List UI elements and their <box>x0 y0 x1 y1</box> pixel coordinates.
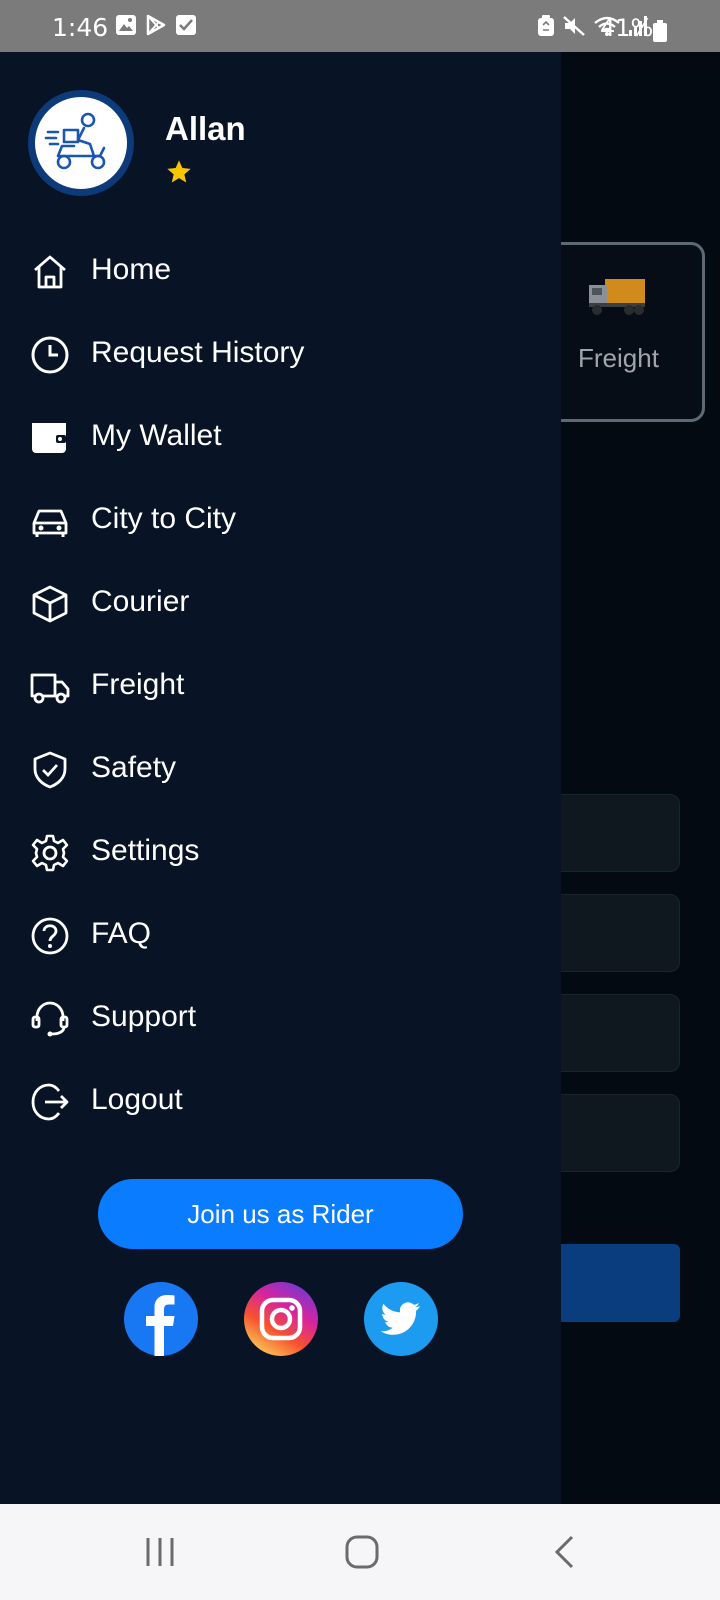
question-icon <box>31 917 69 955</box>
instagram-button[interactable] <box>244 1282 318 1356</box>
menu-item-home[interactable]: Home <box>0 230 561 313</box>
home-icon <box>34 255 66 289</box>
avatar[interactable] <box>28 90 134 196</box>
courier-scooter-icon <box>44 112 106 170</box>
status-bar: 1:46 41% <box>0 0 720 52</box>
freight-card-label: Freight <box>578 343 659 373</box>
menu-item-settings[interactable]: Settings <box>0 811 561 894</box>
menu-item-safety[interactable]: Safety <box>0 728 561 811</box>
car-icon <box>32 509 68 537</box>
menu-item-label: Support <box>91 1000 197 1033</box>
system-nav-bar <box>0 1504 720 1600</box>
menu-item-logout[interactable]: Logout <box>0 1060 561 1143</box>
recycle-icon <box>538 15 554 36</box>
box-icon <box>32 585 68 623</box>
facebook-button[interactable] <box>124 1282 198 1356</box>
menu-item-support[interactable]: Support <box>0 977 561 1060</box>
menu-item-courier[interactable]: Courier <box>0 562 561 645</box>
facebook-icon <box>124 1282 198 1356</box>
back-icon[interactable] <box>552 1534 576 1570</box>
menu-item-my-wallet[interactable]: My Wallet <box>0 396 561 479</box>
menu-item-label: Logout <box>91 1083 183 1116</box>
user-name: Allan <box>165 110 246 147</box>
recent-apps-icon[interactable] <box>144 1534 176 1570</box>
menu-item-freight[interactable]: Freight <box>0 645 561 728</box>
menu-item-label: Freight <box>91 668 185 701</box>
menu-item-label: Courier <box>91 585 190 618</box>
truck-icon <box>30 673 70 704</box>
join-as-rider-button[interactable]: Join us as Rider <box>98 1179 463 1249</box>
status-time: 1:46 <box>52 13 109 42</box>
mute-icon <box>563 16 585 36</box>
twitter-button[interactable] <box>364 1282 438 1356</box>
menu-item-label: Request History <box>91 336 305 369</box>
twitter-icon <box>364 1282 438 1356</box>
logout-icon <box>31 1083 69 1121</box>
menu-item-label: City to City <box>91 502 237 535</box>
menu-item-label: Safety <box>91 751 177 784</box>
star-icon <box>167 160 191 183</box>
menu-item-request-history[interactable]: Request History <box>0 313 561 396</box>
menu-item-label: Settings <box>91 834 200 867</box>
menu-item-label: My Wallet <box>91 419 222 452</box>
battery-icon <box>653 20 667 42</box>
headset-icon <box>31 1001 69 1037</box>
menu-item-label: Home <box>91 253 172 286</box>
wallet-icon <box>32 423 66 453</box>
menu-item-faq[interactable]: FAQ <box>0 894 561 977</box>
menu-item-city-to-city[interactable]: City to City <box>0 479 561 562</box>
checkbox-icon <box>176 15 196 35</box>
instagram-icon <box>244 1282 318 1356</box>
gallery-icon <box>116 15 136 35</box>
navigation-drawer: Allan Home Request History My Wallet Cit… <box>0 52 561 1504</box>
truck-image-icon <box>589 279 645 315</box>
shield-check-icon <box>33 751 67 789</box>
battery-percent: 41% <box>600 14 654 42</box>
gear-icon <box>31 834 69 872</box>
clock-icon <box>31 336 69 374</box>
play-store-icon <box>146 14 166 36</box>
menu-item-label: FAQ <box>91 917 152 950</box>
home-button-icon[interactable] <box>344 1534 380 1570</box>
